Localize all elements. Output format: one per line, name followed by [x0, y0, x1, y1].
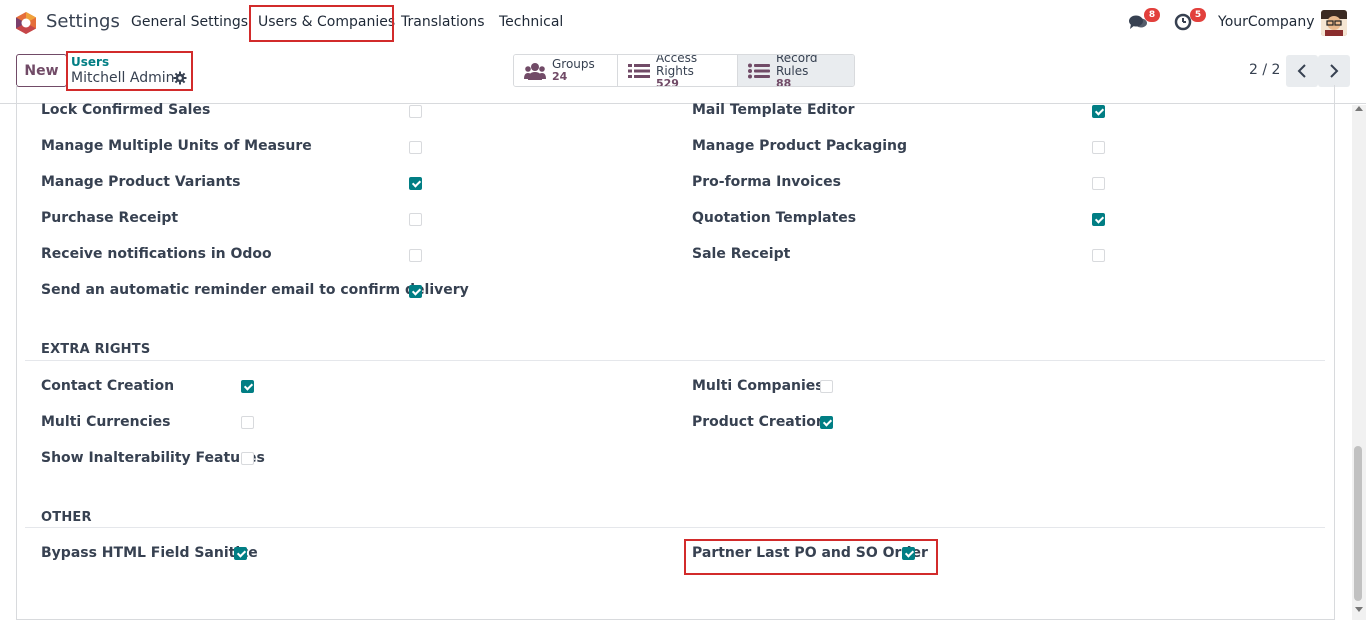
field-label: Manage Multiple Units of Measure — [41, 138, 312, 154]
reminder-email-checkbox[interactable] — [409, 285, 422, 298]
pager-value[interactable]: 2 / 2 — [1249, 62, 1280, 78]
field-label: Mail Template Editor — [692, 102, 855, 118]
scroll-down-icon[interactable] — [1355, 607, 1363, 612]
proforma-invoices-checkbox[interactable] — [1092, 177, 1105, 190]
contact-creation-checkbox[interactable] — [241, 380, 254, 393]
field-label: Manage Product Packaging — [692, 138, 908, 154]
section-divider — [25, 360, 1325, 361]
inalterability-features-checkbox[interactable] — [241, 452, 254, 465]
highlight-partner-last-order — [684, 539, 938, 575]
multi-companies-checkbox[interactable] — [820, 380, 833, 393]
access-rights-label: Access Rights — [656, 54, 698, 78]
field-label: Pro-forma Invoices — [692, 174, 841, 190]
section-title-other: OTHER — [41, 510, 92, 525]
new-button[interactable]: New — [16, 54, 67, 87]
chevron-right-icon — [1330, 64, 1339, 78]
purchase-receipt-checkbox[interactable] — [409, 213, 422, 226]
mail-template-editor-checkbox[interactable] — [1092, 105, 1105, 118]
list-icon — [748, 63, 770, 79]
field-label: Purchase Receipt — [41, 210, 179, 226]
messages-count-badge: 8 — [1144, 8, 1160, 22]
smart-buttons: Groups 24 Access Rights 529 Record Rules… — [513, 54, 855, 87]
users-icon — [524, 63, 546, 80]
menu-general-settings[interactable]: General Settings — [131, 14, 248, 30]
messages-button[interactable]: 8 — [1128, 8, 1160, 34]
user-avatar[interactable] — [1321, 10, 1347, 36]
field-label: Bypass HTML Field Sanitize — [41, 545, 258, 561]
activities-count-badge: 5 — [1190, 8, 1206, 22]
field-label: Sale Receipt — [692, 246, 791, 262]
field-label: Quotation Templates — [692, 210, 857, 226]
field-label: Lock Confirmed Sales — [41, 102, 211, 118]
menu-translations[interactable]: Translations — [401, 14, 485, 30]
section-title-extra-rights: EXTRA RIGHTS — [41, 342, 151, 357]
scroll-up-icon[interactable] — [1355, 106, 1363, 111]
company-switcher[interactable]: YourCompany — [1218, 14, 1315, 30]
odoo-logo-icon[interactable] — [14, 11, 38, 35]
groups-count: 24 — [552, 70, 568, 83]
record-rules-label: Record Rules — [776, 54, 818, 78]
field-label: Contact Creation — [41, 378, 175, 394]
field-label: Manage Product Variants — [41, 174, 241, 190]
app-name[interactable]: Settings — [46, 11, 120, 32]
menu-technical[interactable]: Technical — [499, 14, 563, 30]
field-label: Show Inalterability Features — [41, 450, 265, 466]
multi-currencies-checkbox[interactable] — [241, 416, 254, 429]
field-label: Product Creation — [692, 414, 826, 430]
record-rules-smart-button[interactable]: Record Rules 88 — [738, 55, 854, 86]
pager-previous-button[interactable] — [1286, 55, 1318, 87]
bypass-html-sanitize-checkbox[interactable] — [234, 547, 247, 560]
pager-next-button[interactable] — [1318, 55, 1350, 87]
field-label: Send an automatic reminder email to conf… — [41, 282, 469, 298]
list-icon — [628, 64, 650, 78]
scrollbar-thumb[interactable] — [1354, 446, 1362, 601]
field-label: Multi Companies — [692, 378, 824, 394]
chevron-left-icon — [1297, 64, 1306, 78]
product-creation-checkbox[interactable] — [820, 416, 833, 429]
groups-smart-button[interactable]: Groups 24 — [514, 55, 618, 86]
product-packaging-checkbox[interactable] — [1092, 141, 1105, 154]
section-divider — [25, 527, 1325, 528]
multiple-uom-checkbox[interactable] — [409, 141, 422, 154]
highlight-users-companies — [249, 5, 394, 42]
notifications-odoo-checkbox[interactable] — [409, 249, 422, 262]
field-label: Multi Currencies — [41, 414, 171, 430]
lock-confirmed-sales-checkbox[interactable] — [409, 105, 422, 118]
top-navbar: Settings General Settings Users & Compan… — [0, 0, 1366, 46]
access-rights-smart-button[interactable]: Access Rights 529 — [618, 55, 738, 86]
quotation-templates-checkbox[interactable] — [1092, 213, 1105, 226]
form-sheet — [16, 85, 1335, 620]
sale-receipt-checkbox[interactable] — [1092, 249, 1105, 262]
product-variants-checkbox[interactable] — [409, 177, 422, 190]
field-label: Receive notifications in Odoo — [41, 246, 272, 262]
activities-button[interactable]: 5 — [1174, 8, 1206, 34]
form-content: Lock Confirmed Sales Manage Multiple Uni… — [0, 85, 1366, 620]
user-avatar-icon — [1321, 10, 1347, 36]
